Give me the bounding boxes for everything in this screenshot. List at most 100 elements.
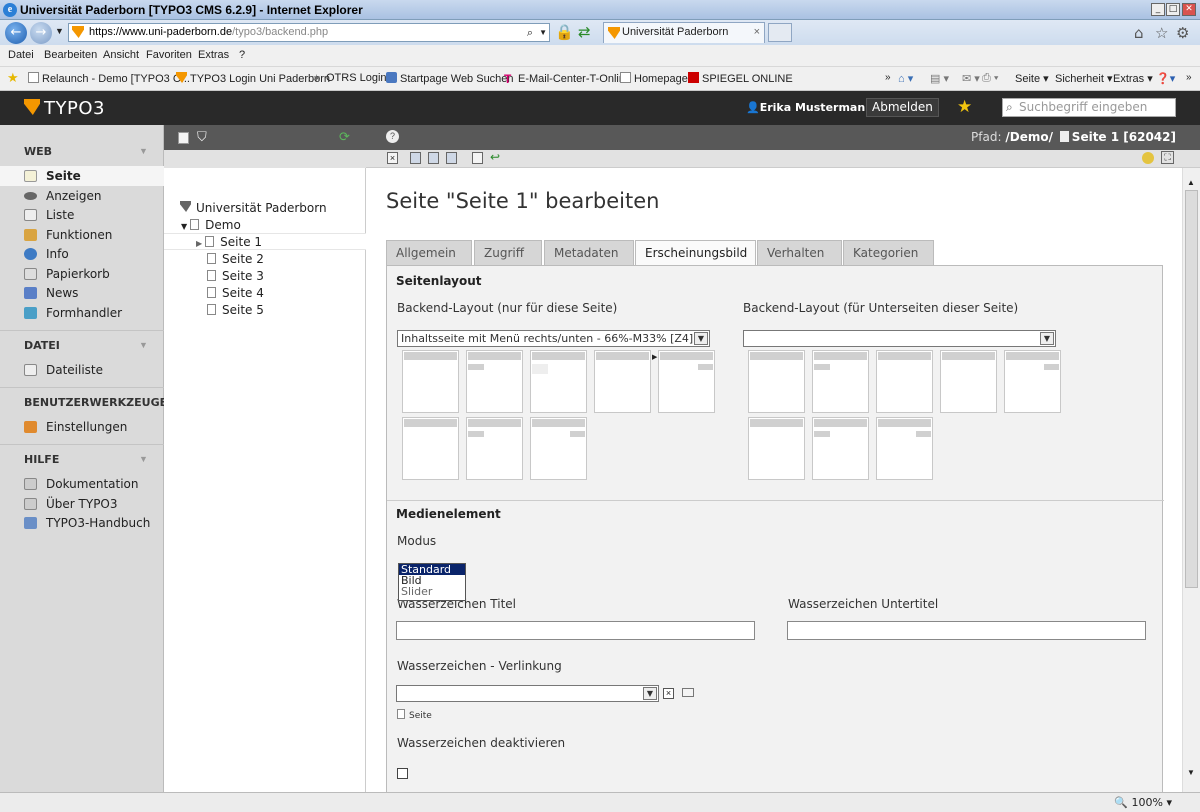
group-web-title[interactable]: WEB: [24, 145, 52, 158]
delete-icon[interactable]: [472, 152, 483, 164]
fav-spiegel[interactable]: SPIEGEL ONLINE: [688, 72, 793, 85]
module-seite[interactable]: Seite: [0, 166, 164, 186]
layout-thumb-5[interactable]: [658, 350, 715, 413]
tree-root[interactable]: Universität Paderborn: [180, 201, 327, 215]
home-icon[interactable]: ⌂: [1134, 24, 1144, 42]
save-close-icon[interactable]: [446, 152, 457, 164]
chevron-down-icon[interactable]: ▼: [139, 146, 148, 156]
scroll-up-icon[interactable]: ▲: [1187, 178, 1195, 187]
sub-layout-thumb-2[interactable]: [812, 350, 869, 413]
layout-thumb-2[interactable]: [466, 350, 523, 413]
module-anzeigen[interactable]: Anzeigen: [0, 186, 164, 206]
layout-thumb-3[interactable]: [530, 350, 587, 413]
tools-extras[interactable]: Extras ▾: [1113, 72, 1153, 85]
fav-email-center[interactable]: T E-Mail-Center-T-Online: [504, 72, 631, 86]
zoom-level[interactable]: 🔍 100% ▾: [1114, 796, 1172, 809]
collapse-icon[interactable]: ▼: [181, 222, 187, 231]
mail-icon[interactable]: ✉ ▾: [962, 72, 980, 85]
module-dokumentation[interactable]: Dokumentation: [0, 474, 164, 494]
scroll-down-icon[interactable]: ▼: [1187, 768, 1195, 777]
sub-layout-thumb-3[interactable]: [876, 350, 933, 413]
lock-icon[interactable]: 🔒: [555, 23, 574, 41]
bookmarks-star-icon[interactable]: ★: [957, 97, 972, 117]
favorites-star-icon[interactable]: ☆: [1155, 24, 1168, 42]
menu-datei[interactable]: Datei: [8, 49, 34, 61]
module-news[interactable]: News: [0, 283, 164, 303]
fav-otrs[interactable]: ✶ OTRS Login: [312, 72, 387, 85]
settings-gear-icon[interactable]: ⚙: [1176, 24, 1189, 42]
tab-erscheinungsbild[interactable]: Erscheinungsbild: [635, 240, 756, 267]
wz-untertitel-input[interactable]: [787, 621, 1146, 640]
tree-node-seite-4[interactable]: Seite 4: [207, 286, 264, 300]
module-ueber-typo3[interactable]: Über TYPO3: [0, 494, 164, 514]
wz-deactivate-checkbox[interactable]: [397, 768, 408, 779]
maximize-button[interactable]: □: [1166, 3, 1180, 16]
fav-homepage[interactable]: Homepage: [620, 72, 688, 85]
search-input[interactable]: ⌕ Suchbegriff eingeben: [1002, 98, 1176, 117]
back-button[interactable]: ←: [5, 22, 27, 44]
save-icon[interactable]: [410, 152, 421, 164]
sub-layout-thumb-5[interactable]: [1004, 350, 1061, 413]
tree-node-seite-5[interactable]: Seite 5: [207, 303, 264, 317]
layout-thumb-8[interactable]: [530, 417, 587, 480]
refresh-icon[interactable]: ⇄: [578, 23, 591, 41]
module-info[interactable]: Info: [0, 244, 164, 264]
menu-favoriten[interactable]: Favoriten: [146, 49, 192, 61]
new-record-icon[interactable]: [1142, 152, 1154, 164]
help-csh-icon[interactable]: ?: [386, 130, 399, 143]
fav-startpage[interactable]: Startpage Web Suchen: [386, 72, 514, 85]
tools-seite[interactable]: Seite ▾: [1015, 72, 1049, 85]
clear-icon[interactable]: ×: [663, 688, 674, 699]
browser-tab[interactable]: Universität Paderborn [TYPO... ×: [603, 22, 765, 57]
refresh-tree-icon[interactable]: ⟳: [339, 130, 350, 145]
url-search-icon[interactable]: ⌕: [527, 24, 533, 41]
menu-help[interactable]: ?: [239, 49, 245, 61]
tab-verhalten[interactable]: Verhalten: [757, 240, 842, 266]
sub-layout-thumb-4[interactable]: [940, 350, 997, 413]
close-doc-icon[interactable]: ×: [387, 152, 398, 164]
sub-layout-thumb-8[interactable]: [876, 417, 933, 480]
print-icon[interactable]: ⎙ ▾: [982, 72, 998, 85]
menu-ansicht[interactable]: Ansicht: [103, 49, 139, 61]
tab-kategorien[interactable]: Kategorien: [843, 240, 934, 266]
group-datei-title[interactable]: DATEI: [24, 339, 60, 352]
url-dropdown-icon[interactable]: ▼: [539, 24, 547, 41]
new-tab-button[interactable]: [768, 23, 792, 42]
content-scrollbar[interactable]: ▲ ▼: [1182, 168, 1200, 792]
modus-listbox[interactable]: Standard Bild Slider: [398, 563, 466, 601]
wz-link-page[interactable]: Seite: [397, 709, 432, 721]
module-papierkorb[interactable]: Papierkorb: [0, 264, 164, 284]
sub-layout-thumb-6[interactable]: [748, 417, 805, 480]
group-hilfe-title[interactable]: HILFE: [24, 453, 59, 466]
sub-layout-thumb-1[interactable]: [748, 350, 805, 413]
url-input[interactable]: https://www.uni-paderborn.de/typo3/backe…: [68, 23, 550, 42]
layout-thumb-7[interactable]: [466, 417, 523, 480]
group-benutzer-title[interactable]: BENUTZERWERKZEUGE: [24, 396, 167, 409]
close-window-button[interactable]: ✕: [1182, 3, 1196, 16]
menu-extras[interactable]: Extras: [198, 49, 229, 61]
history-dropdown-icon[interactable]: ▼: [55, 26, 64, 36]
sub-layout-thumb-7[interactable]: [812, 417, 869, 480]
module-formhandler[interactable]: Formhandler: [0, 303, 164, 323]
save-view-icon[interactable]: [428, 152, 439, 164]
home-tool-icon[interactable]: ⌂ ▾: [898, 72, 913, 85]
filter-icon[interactable]: ⛉: [197, 130, 207, 145]
user-menu[interactable]: 👤Erika Mustermann: [746, 101, 873, 114]
module-funktionen[interactable]: Funktionen: [0, 225, 164, 245]
fav-typo3-login[interactable]: TYPO3 Login Uni Paderborn: [176, 72, 330, 85]
close-tab-icon[interactable]: ×: [754, 23, 760, 42]
tree-node-seite-2[interactable]: Seite 2: [207, 252, 264, 266]
tree-node-demo[interactable]: ▼ Demo: [181, 218, 241, 232]
expand-icon[interactable]: ▶: [196, 239, 202, 248]
tree-node-seite-3[interactable]: Seite 3: [207, 269, 264, 283]
undo-icon[interactable]: ↩: [490, 150, 500, 164]
help-icon[interactable]: ❓▾: [1156, 72, 1175, 85]
new-page-icon[interactable]: [178, 132, 189, 144]
fullscreen-icon[interactable]: ⛶: [1161, 151, 1174, 164]
chevron-down-icon[interactable]: ▼: [139, 454, 148, 464]
tab-zugriff[interactable]: Zugriff: [474, 240, 542, 266]
fav-relaunch[interactable]: Relaunch - Demo [TYPO3 C...: [28, 72, 190, 85]
forward-button[interactable]: →: [30, 22, 52, 44]
module-dateiliste[interactable]: Dateiliste: [0, 360, 164, 380]
modus-option-slider[interactable]: Slider: [399, 586, 465, 597]
